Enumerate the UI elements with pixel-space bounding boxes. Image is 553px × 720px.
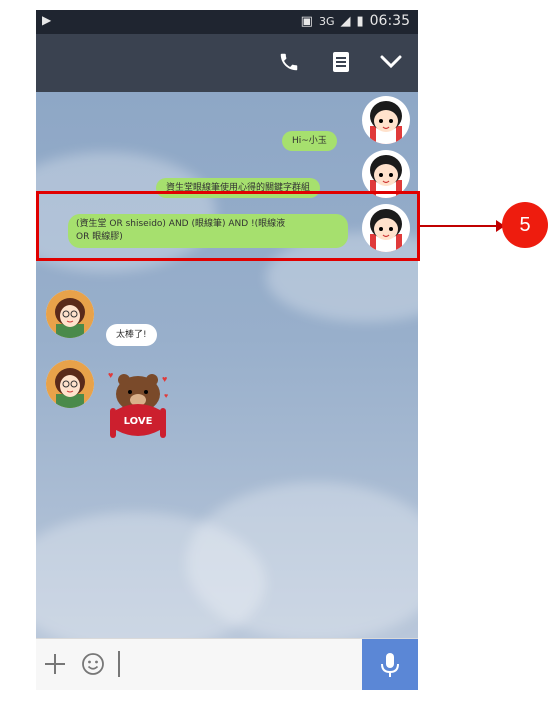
mic-icon <box>381 653 399 677</box>
callout-arrow <box>420 225 500 227</box>
network-type: 3G <box>318 14 335 28</box>
cloud <box>186 482 418 638</box>
emoji-icon[interactable] <box>80 651 106 677</box>
chevron-down-icon[interactable] <box>378 49 404 75</box>
status-time: 06:35 <box>369 13 410 29</box>
message-input[interactable] <box>118 651 120 677</box>
avatar-friend[interactable] <box>46 360 94 408</box>
chat-header <box>36 34 418 92</box>
sticker-text: LOVE <box>124 416 153 427</box>
phone-screen: ▶ ▣ 3G ◢ ▮ 06:35 Hi~小玉 資生堂眼線筆使用心得的關鍵字群組 … <box>36 10 418 690</box>
notification-icon: ▶ <box>42 13 52 27</box>
message-bubble-friend[interactable]: 太棒了! <box>106 324 157 346</box>
input-bar <box>36 638 418 690</box>
phone-icon[interactable] <box>276 49 302 75</box>
message-bubble-self[interactable]: Hi~小玉 <box>282 131 337 151</box>
love-bear-sticker[interactable]: LOVE ♥ ♥ ♥ <box>102 368 174 442</box>
svg-text:♥: ♥ <box>108 370 113 380</box>
battery-icon: ▮ <box>356 13 364 29</box>
svg-text:♥: ♥ <box>164 393 168 400</box>
cast-icon: ▣ <box>300 13 313 29</box>
plus-icon[interactable] <box>42 651 68 677</box>
status-bar: ▶ ▣ 3G ◢ ▮ 06:35 <box>36 10 418 34</box>
avatar-friend[interactable] <box>46 290 94 338</box>
svg-text:♥: ♥ <box>162 374 167 384</box>
notes-icon[interactable] <box>328 49 354 75</box>
chat-area[interactable]: Hi~小玉 資生堂眼線筆使用心得的關鍵字群組 (資生堂 OR shiseido)… <box>36 92 418 638</box>
highlight-box <box>36 191 420 261</box>
step-number-badge: 5 <box>502 202 548 248</box>
signal-icon: ◢ <box>340 13 351 29</box>
avatar-self[interactable] <box>362 96 410 144</box>
mic-button[interactable] <box>362 639 418 690</box>
